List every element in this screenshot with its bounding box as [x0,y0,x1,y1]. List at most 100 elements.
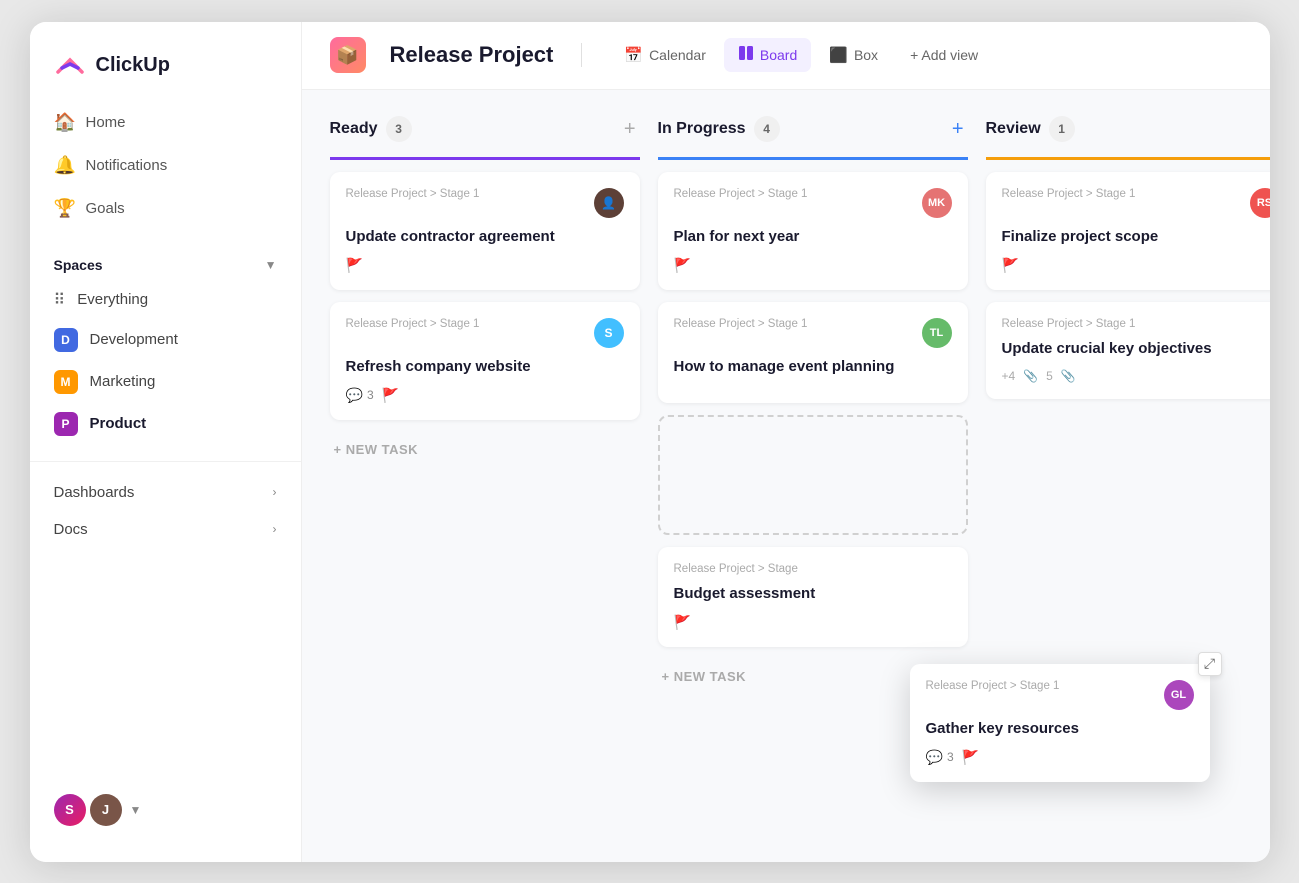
tab-box[interactable]: ⬛ Box [815,39,892,71]
card1-flag-icon: 🚩 [346,257,363,274]
floating-card-avatar: GL [1164,680,1194,710]
development-badge: D [54,328,78,352]
card3-project: Release Project > Stage 1 [674,188,922,200]
card2-comment-count: 3 [367,388,374,402]
board-label: Board [760,47,797,63]
card3-footer: 🚩 [674,257,952,274]
ready-new-task[interactable]: + NEW TASK [330,432,640,467]
card7-clips: 5 [1046,369,1053,383]
card-budget-assessment[interactable]: Release Project > Stage Budget assessmen… [658,547,968,647]
marketing-badge: M [54,370,78,394]
card6-flag-icon: 🚩 [1002,257,1019,274]
sidebar-item-everything[interactable]: ⠿ Everything [42,281,289,319]
spaces-section: Spaces ▼ ⠿ Everything D Development M Ma… [30,249,301,445]
card2-project: Release Project > Stage 1 [346,318,594,330]
sidebar-item-product[interactable]: P Product [42,403,289,445]
sidebar-item-development[interactable]: D Development [42,319,289,361]
card1-footer: 🚩 [346,257,624,274]
floating-card-title: Gather key resources [926,718,1194,739]
user-avatars[interactable]: S J ▼ [54,794,142,826]
ready-title-area: Ready 3 [330,116,412,142]
card7-clip-icon: 📎 [1023,369,1038,383]
project-title: Release Project [390,42,554,68]
sidebar-notifications-label: Notifications [86,157,168,174]
sidebar-goals-label: Goals [86,200,125,217]
card-update-contractor[interactable]: Release Project > Stage 1 👤 Update contr… [330,172,640,290]
column-inprogress: In Progress 4 + Release Project > Stage … [658,114,968,694]
board-wrapper: Ready 3 + Release Project > Stage 1 👤 Up… [302,90,1270,862]
card7-project: Release Project > Stage 1 [1002,318,1270,330]
topbar: 📦 Release Project 📅 Calendar Board [302,22,1270,90]
ready-add-button[interactable]: + [620,114,640,145]
drag-handle-icon: ⤢ [1198,652,1222,676]
add-view-button[interactable]: + Add view [896,40,992,70]
card-finalize-scope[interactable]: Release Project > Stage 1 RS Finalize pr… [986,172,1270,290]
spaces-header[interactable]: Spaces ▼ [42,249,289,281]
sidebar-item-marketing[interactable]: M Marketing [42,361,289,403]
spaces-title: Spaces [54,257,103,273]
sidebar-item-docs[interactable]: Docs › [42,511,289,548]
floating-card-comments: 💬 3 [926,749,954,766]
card4-project: Release Project > Stage 1 [674,318,922,330]
development-label: Development [90,331,178,348]
card-update-objectives[interactable]: Release Project > Stage 1 Update crucial… [986,302,1270,399]
column-review: Review 1 + Release Project > Stage 1 RS … [986,114,1270,399]
card7-extra: +4 [1002,369,1016,383]
drop-zone [658,415,968,535]
tab-board[interactable]: Board [724,38,811,72]
floating-comment-count: 3 [947,750,954,764]
card6-title: Finalize project scope [1002,226,1270,247]
card6-top: Release Project > Stage 1 RS [1002,188,1270,218]
clickup-logo-icon [54,50,86,82]
card5-project: Release Project > Stage [674,563,952,575]
docs-label: Docs [54,521,88,538]
card-plan-next-year[interactable]: Release Project > Stage 1 MK Plan for ne… [658,172,968,290]
main-content: 📦 Release Project 📅 Calendar Board [302,22,1270,862]
card1-project: Release Project > Stage 1 [346,188,594,200]
sidebar-item-home[interactable]: 🏠 Home [42,102,289,143]
box-icon: ⬛ [829,46,848,64]
card-refresh-website[interactable]: Release Project > Stage 1 S Refresh comp… [330,302,640,420]
calendar-icon: 📅 [624,46,643,64]
notifications-icon: 🔔 [54,155,74,176]
card2-flag-icon: 🚩 [382,387,399,404]
card-event-planning[interactable]: Release Project > Stage 1 TL How to mana… [658,302,968,403]
card7-footer: +4 📎 5 📎 [1002,369,1270,383]
ready-count: 3 [386,116,412,142]
docs-chevron-icon: › [273,522,277,536]
floating-card-top: Release Project > Stage 1 GL [926,680,1194,710]
bottom-nav: Dashboards › Docs › [30,461,301,548]
everything-grid-icon: ⠿ [54,290,66,310]
card5-footer: 🚩 [674,614,952,631]
floating-bubble-icon: 💬 [926,749,943,766]
inprogress-add-button[interactable]: + [948,114,968,145]
sidebar-footer: S J ▼ [30,778,301,842]
floating-card-project: Release Project > Stage 1 [926,680,1164,692]
user-avatar-1: S [54,794,86,826]
floating-card[interactable]: ⤢ Release Project > Stage 1 GL Gather ke… [910,664,1210,782]
user-avatar-2: J [90,794,122,826]
view-tabs: 📅 Calendar Board ⬛ Box [610,38,992,72]
topbar-divider [581,43,582,67]
board: Ready 3 + Release Project > Stage 1 👤 Up… [302,90,1270,718]
inprogress-count: 4 [754,116,780,142]
product-badge: P [54,412,78,436]
tab-calendar[interactable]: 📅 Calendar [610,39,720,71]
sidebar-item-notifications[interactable]: 🔔 Notifications [42,145,289,186]
ready-title: Ready [330,120,378,138]
review-title-area: Review 1 [986,116,1075,142]
sidebar-item-goals[interactable]: 🏆 Goals [42,188,289,229]
card1-title: Update contractor agreement [346,226,624,247]
dashboards-label: Dashboards [54,484,135,501]
card3-title: Plan for next year [674,226,952,247]
sidebar-nav: 🏠 Home 🔔 Notifications 🏆 Goals [30,102,301,229]
board-icon [738,45,754,65]
inprogress-title-area: In Progress 4 [658,116,780,142]
project-icon: 📦 [330,37,366,73]
app-container: ClickUp 🏠 Home 🔔 Notifications 🏆 Goals S… [30,22,1270,862]
card4-top: Release Project > Stage 1 TL [674,318,952,348]
review-title: Review [986,120,1041,138]
card4-title: How to manage event planning [674,356,952,377]
sidebar-item-dashboards[interactable]: Dashboards › [42,474,289,511]
card3-top: Release Project > Stage 1 MK [674,188,952,218]
